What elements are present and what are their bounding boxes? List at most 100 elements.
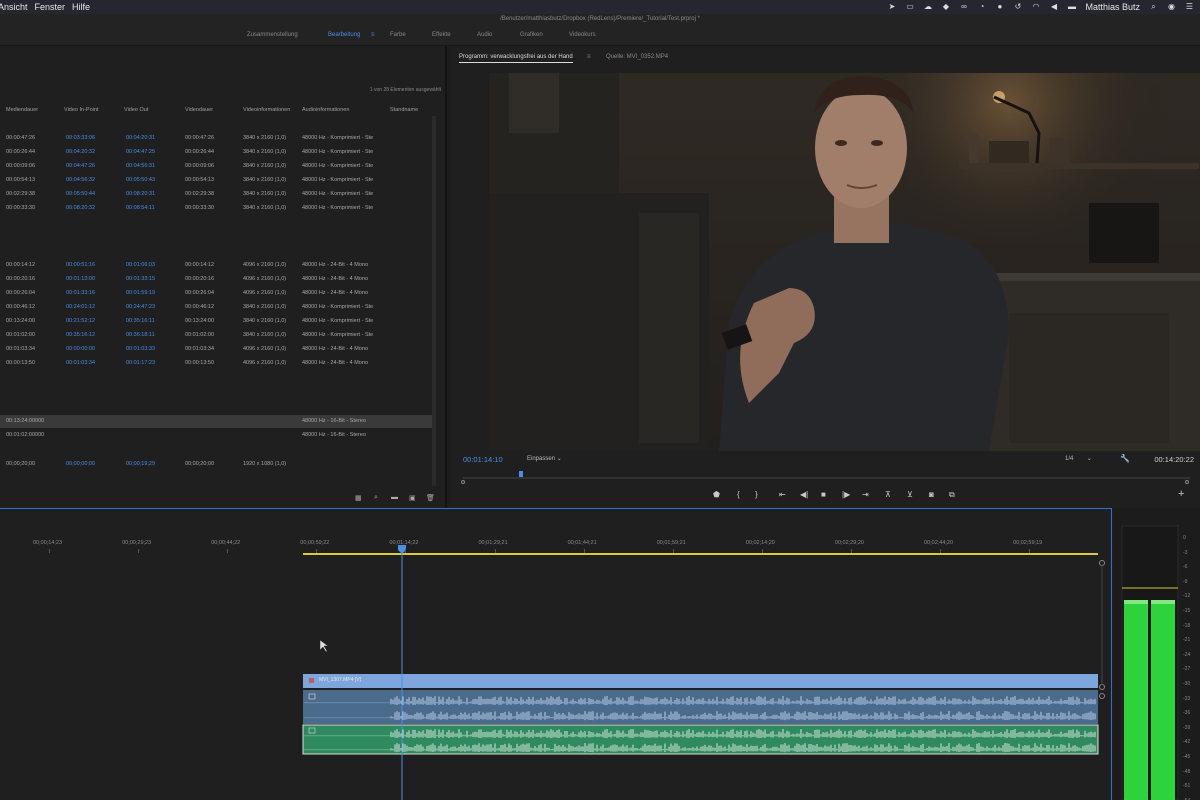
- user-name[interactable]: Matthias Butz: [1085, 2, 1140, 12]
- table-row[interactable]: 00:00:09:06 00:04:47:26 00:04:56:31 00:00:0…: [0, 160, 433, 173]
- dropbox-icon[interactable]: ◆: [941, 3, 950, 11]
- table-cell[interactable]: 00:01:03:34: [66, 360, 95, 366]
- table-cell[interactable]: 00:01:06:03: [126, 262, 155, 268]
- table-cell[interactable]: 00:24:47:23: [126, 304, 155, 310]
- workspace-farbe[interactable]: Farbe: [390, 32, 406, 38]
- mark-in-icon[interactable]: {: [737, 490, 740, 499]
- wifi-icon[interactable]: ◠: [1031, 3, 1040, 11]
- table-row[interactable]: 00:01:02:00 00:35:16:12 00:36:18:11 00:01:0…: [0, 329, 433, 342]
- creative-cloud-icon[interactable]: ∞: [959, 3, 968, 11]
- table-cell[interactable]: 00:04:47:25: [126, 149, 155, 155]
- menu-hilfe[interactable]: Hilfe: [72, 2, 90, 12]
- gauge-icon[interactable]: ◔: [977, 3, 986, 11]
- menu-ansicht[interactable]: Ansicht: [0, 2, 28, 12]
- workspace-menu-icon[interactable]: ≡: [371, 32, 375, 38]
- program-tab-menu-icon[interactable]: ≡: [587, 54, 591, 60]
- volume-icon[interactable]: ◀: [1049, 3, 1058, 11]
- table-row[interactable]: 00:00:26:04 00:01:33:16 00:01:59:19 00:00:2…: [0, 287, 433, 300]
- table-cell[interactable]: 00:08:20:32: [66, 205, 95, 211]
- new-bin-icon[interactable]: ▬: [391, 494, 398, 501]
- freeform-view-icon[interactable]: ▦: [355, 494, 362, 502]
- col-standname[interactable]: Standname: [390, 107, 418, 113]
- go-to-in-icon[interactable]: ⇤: [779, 490, 786, 499]
- scroll-start-handle[interactable]: [461, 480, 465, 484]
- table-row[interactable]: 00:00:26:44 00:04:20:32 00:04:47:25 00:00:2…: [0, 146, 433, 159]
- siri-icon[interactable]: ◉: [1167, 3, 1176, 11]
- workspace-bearbeitung[interactable]: Bearbeitung: [328, 32, 360, 38]
- scroll-top-handle[interactable]: [1099, 560, 1105, 566]
- playback-resolution-dropdown[interactable]: 1/4 ⌄: [1065, 455, 1092, 462]
- table-cell[interactable]: 00:04:56:31: [126, 163, 155, 169]
- battery-icon[interactable]: ▬: [1067, 3, 1076, 11]
- search-icon[interactable]: ⌕: [374, 494, 378, 502]
- col-videodauer[interactable]: Videodauer: [185, 107, 213, 113]
- table-cell[interactable]: 00;00;00;00: [66, 461, 95, 467]
- tab-source[interactable]: Quelle: MVI_0352.MP4: [606, 54, 668, 60]
- comparison-view-icon[interactable]: ⧉: [949, 490, 955, 500]
- table-cell[interactable]: 00:04:47:26: [66, 163, 95, 169]
- table-row[interactable]: 00:00:47:26 00:03:33:06 00:04:20:31 00:00:4…: [0, 132, 433, 145]
- col-video-out[interactable]: Video Out: [124, 107, 148, 113]
- go-to-out-icon[interactable]: ⇥: [862, 490, 869, 499]
- table-cell[interactable]: 00:01:17:23: [126, 360, 155, 366]
- table-row[interactable]: 00:00:54:13 00:04:56:32 00:05:50:43 00:00:5…: [0, 174, 433, 187]
- table-cell[interactable]: 00:36:18:11: [126, 332, 155, 338]
- work-area-bar[interactable]: [303, 553, 1098, 555]
- notification-icon[interactable]: ☰: [1185, 3, 1194, 11]
- table-cell[interactable]: 00:05:50:44: [66, 191, 95, 197]
- workspace-effekte[interactable]: Effekte: [432, 32, 451, 38]
- table-row[interactable]: 00:00:33:30 00:08:20:32 00:08:54:11 00:00:3…: [0, 202, 433, 215]
- table-row[interactable]: 00:00:14:12 00:00:51:16 00:01:06:03 00:00:1…: [0, 259, 433, 272]
- table-cell[interactable]: 00;00;19;29: [126, 461, 155, 467]
- wrench-icon[interactable]: 🔧: [1120, 454, 1130, 463]
- new-item-icon[interactable]: ▣: [409, 494, 416, 502]
- table-row[interactable]: 00:13:24:00 00:21:52:12 00:35:16:11 00:13:2…: [0, 315, 433, 328]
- fit-dropdown[interactable]: Einpassen ⌄: [527, 455, 562, 462]
- table-row[interactable]: 00:02:29:38 00:05:50:44 00:08:20:31 00:02:2…: [0, 188, 433, 201]
- export-frame-icon[interactable]: ◙: [929, 490, 934, 499]
- screen-mirror-icon[interactable]: ▭: [905, 3, 914, 11]
- table-cell[interactable]: 00:05:50:43: [126, 177, 155, 183]
- add-marker-icon[interactable]: ⬟: [713, 490, 720, 499]
- scroll-handle[interactable]: [1099, 693, 1105, 699]
- col-mediendauer[interactable]: Mediendauer: [6, 107, 38, 113]
- table-cell[interactable]: 00:35:16:12: [66, 332, 95, 338]
- table-cell[interactable]: 00:01:13:00: [66, 276, 95, 282]
- stop-icon[interactable]: ■: [821, 490, 826, 499]
- add-button-icon[interactable]: +: [1178, 488, 1184, 500]
- extract-icon[interactable]: ⊻: [907, 490, 913, 499]
- table-cell[interactable]: 00:01:59:19: [126, 290, 155, 296]
- program-scrubber[interactable]: [463, 476, 1190, 480]
- table-cell[interactable]: 00:00:51:16: [66, 262, 95, 268]
- table-cell[interactable]: 00:04:56:32: [66, 177, 95, 183]
- menu-fenster[interactable]: Fenster: [35, 2, 66, 12]
- step-back-icon[interactable]: ◀|: [800, 490, 808, 499]
- trash-icon[interactable]: 🗑: [426, 494, 435, 502]
- table-cell[interactable]: 00:00:00:00: [66, 346, 95, 352]
- current-timecode[interactable]: 00:01:14:10: [463, 455, 503, 464]
- table-cell[interactable]: 00:24:01:12: [66, 304, 95, 310]
- scroll-end-handle[interactable]: [1185, 480, 1189, 484]
- project-scrollbar[interactable]: [432, 116, 436, 486]
- table-row[interactable]: 00:00:46:12 00:24:01:12 00:24:47:23 00:00:4…: [0, 301, 433, 314]
- table-cell[interactable]: 00:01:33:15: [126, 276, 155, 282]
- user-icon[interactable]: ●: [995, 3, 1004, 11]
- mark-out-icon[interactable]: }: [755, 490, 758, 499]
- table-cell[interactable]: 00:04:20:32: [66, 149, 95, 155]
- table-cell[interactable]: 00:04:20:31: [126, 135, 155, 141]
- cloud-icon[interactable]: ☁: [923, 3, 932, 11]
- tab-program[interactable]: Programm: verwacklungsfrei aus der Hand: [459, 54, 573, 63]
- table-cell[interactable]: 00:35:16:11: [126, 318, 155, 324]
- table-cell[interactable]: 00:03:33:06: [66, 135, 95, 141]
- search-icon[interactable]: ⌕: [1149, 3, 1158, 11]
- video-frame[interactable]: [489, 73, 1200, 451]
- table-row[interactable]: 00:00:13:50 00:01:03:34 00:01:17:23 00:00:1…: [0, 357, 433, 370]
- table-cell[interactable]: 00:08:54:11: [126, 205, 155, 211]
- table-cell[interactable]: 00:21:52:12: [66, 318, 95, 324]
- table-cell[interactable]: 00:01:33:16: [66, 290, 95, 296]
- table-row[interactable]: 00:01:03:34 00:00:00:00 00:01:03:33 00:01:0…: [0, 343, 433, 356]
- workspace-videokurs[interactable]: Videokurs: [569, 32, 596, 38]
- col-videoinformationen[interactable]: Videoinformationen: [243, 107, 290, 113]
- video-clip[interactable]: [303, 674, 1098, 688]
- scroll-handle[interactable]: [1099, 684, 1105, 690]
